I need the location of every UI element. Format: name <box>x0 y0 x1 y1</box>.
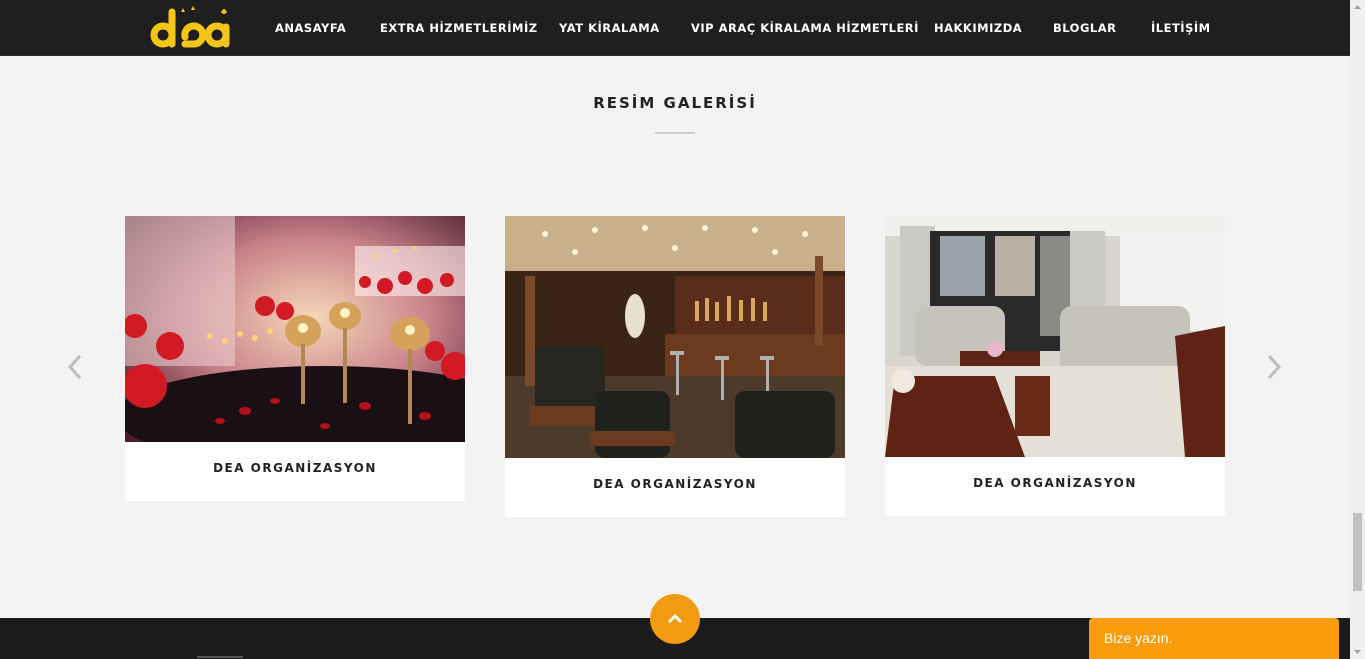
gallery-card-caption[interactable]: DEA ORGANİZASYON <box>885 476 1225 490</box>
chat-label: Bize yazın. <box>1104 630 1173 646</box>
nav-iletisim[interactable]: İLETİŞİM <box>1151 21 1211 35</box>
scroll-to-top-button[interactable] <box>650 594 700 644</box>
chevron-left-icon <box>67 354 82 380</box>
footer-divider <box>197 656 243 658</box>
scroll-up-icon[interactable] <box>1350 0 1365 14</box>
nav-anasayfa[interactable]: ANASAYFA <box>275 21 346 35</box>
gallery-card[interactable]: DEA ORGANİZASYON <box>125 216 465 501</box>
nav-bloglar[interactable]: BLOGLAR <box>1053 21 1116 35</box>
gallery-title: RESİM GALERİSİ <box>593 94 757 112</box>
page: ANASAYFA EXTRA HİZMETLERİMİZ YAT KİRALAM… <box>0 0 1350 659</box>
dea-logo[interactable] <box>145 4 235 50</box>
live-chat-button[interactable]: Bize yazın. <box>1089 618 1339 659</box>
chevron-right-icon <box>1267 354 1282 380</box>
gallery-card[interactable]: DEA ORGANİZASYON <box>505 216 845 517</box>
chevron-up-icon <box>667 613 683 624</box>
gallery-image-yacht-bar[interactable] <box>505 216 845 458</box>
gallery-card-caption[interactable]: DEA ORGANİZASYON <box>505 477 845 491</box>
nav-hakkimizda[interactable]: HAKKIMIZDA <box>934 21 1022 35</box>
scroll-down-icon[interactable] <box>1350 645 1365 659</box>
title-divider <box>655 132 695 134</box>
gallery-image-yacht-salon[interactable] <box>885 216 1225 457</box>
nav-vip-arac-kiralama[interactable]: VIP ARAÇ KİRALAMA HİZMETLERİ <box>691 21 919 35</box>
nav-yat-kiralama[interactable]: YAT KİRALAMA <box>559 21 660 35</box>
scrollbar-thumb[interactable] <box>1353 513 1362 591</box>
nav-extra-hizmetlerimiz[interactable]: EXTRA HİZMETLERİMİZ <box>380 21 538 35</box>
carousel-next-button[interactable] <box>1263 350 1285 384</box>
gallery-image-candles[interactable] <box>125 216 465 442</box>
carousel-prev-button[interactable] <box>64 350 86 384</box>
top-navbar: ANASAYFA EXTRA HİZMETLERİMİZ YAT KİRALAM… <box>0 0 1350 56</box>
page-scrollbar[interactable] <box>1350 0 1365 659</box>
gallery-card-caption[interactable]: DEA ORGANİZASYON <box>125 461 465 475</box>
gallery-card[interactable]: DEA ORGANİZASYON <box>885 216 1225 516</box>
